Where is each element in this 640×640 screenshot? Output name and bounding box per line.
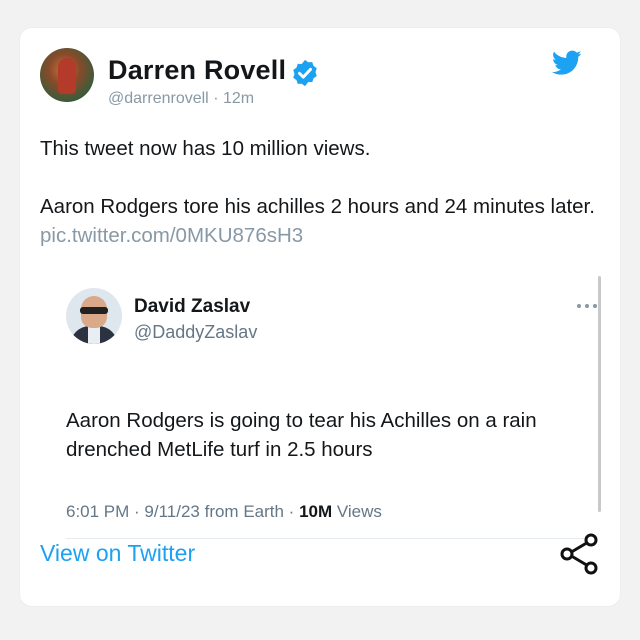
pic-link[interactable]: pic.twitter.com/0MKU876sH3 xyxy=(40,224,303,247)
tweet-text: This tweet now has 10 million views. Aar… xyxy=(40,134,600,250)
tweet-text-line-1: This tweet now has 10 million views. xyxy=(40,137,371,160)
quoted-tweet[interactable]: David Zaslav @DaddyZaslav Aaron Rodgers … xyxy=(64,278,600,539)
avatar-sunglasses xyxy=(80,307,108,314)
quoted-tweet-timestamp[interactable]: 6:01 PM · 9/11/23 from Earth · xyxy=(66,502,299,521)
separator-dot: · xyxy=(213,90,223,107)
quoted-author-avatar[interactable] xyxy=(66,288,122,344)
quote-scrollbar[interactable] xyxy=(598,276,601,512)
author-handle-line: @darrenrovell · 12m xyxy=(108,90,254,108)
avatar-figure xyxy=(58,58,76,94)
view-on-twitter-link[interactable]: View on Twitter xyxy=(40,540,195,567)
verified-badge-icon xyxy=(293,59,317,87)
author-handle[interactable]: @darrenrovell xyxy=(108,90,209,107)
twitter-bird-icon[interactable] xyxy=(552,50,582,76)
tweet-embed-card: Darren Rovell @darrenrovell · 12m This t… xyxy=(20,28,620,606)
share-icon[interactable] xyxy=(558,532,600,576)
views-count: 10M xyxy=(299,502,333,521)
quoted-tweet-meta: 6:01 PM · 9/11/23 from Earth · 10M Views xyxy=(66,502,382,522)
views-label: Views xyxy=(336,502,382,521)
avatar-shirt xyxy=(88,326,100,344)
tweet-time[interactable]: 12m xyxy=(223,90,254,107)
quoted-author-name[interactable]: David Zaslav xyxy=(134,296,250,318)
tweet-text-line-2: Aaron Rodgers tore his achilles 2 hours … xyxy=(40,192,600,250)
more-horizontal-icon[interactable] xyxy=(576,302,598,310)
quoted-author-handle[interactable]: @DaddyZaslav xyxy=(134,322,257,343)
quote-divider xyxy=(66,538,596,539)
author-avatar[interactable] xyxy=(40,48,94,102)
quoted-tweet-text: Aaron Rodgers is going to tear his Achil… xyxy=(66,409,537,461)
author-name[interactable]: Darren Rovell xyxy=(108,55,286,86)
tweet-text-body: Aaron Rodgers tore his achilles 2 hours … xyxy=(40,195,595,218)
